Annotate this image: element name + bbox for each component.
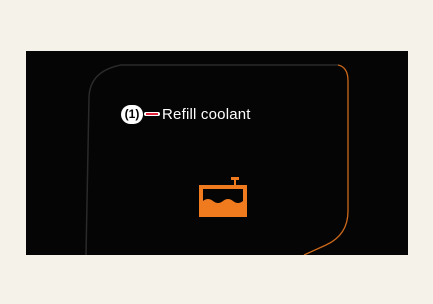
display-frame [85,64,349,255]
warning-message: Refill coolant [162,105,251,123]
callout-leader-line [144,112,160,116]
coolant-reservoir-icon [199,177,247,217]
callout-label: (1) Refill coolant [121,104,251,124]
callout-number: (1) [121,104,143,124]
cluster-display: (1) Refill coolant [26,51,408,255]
